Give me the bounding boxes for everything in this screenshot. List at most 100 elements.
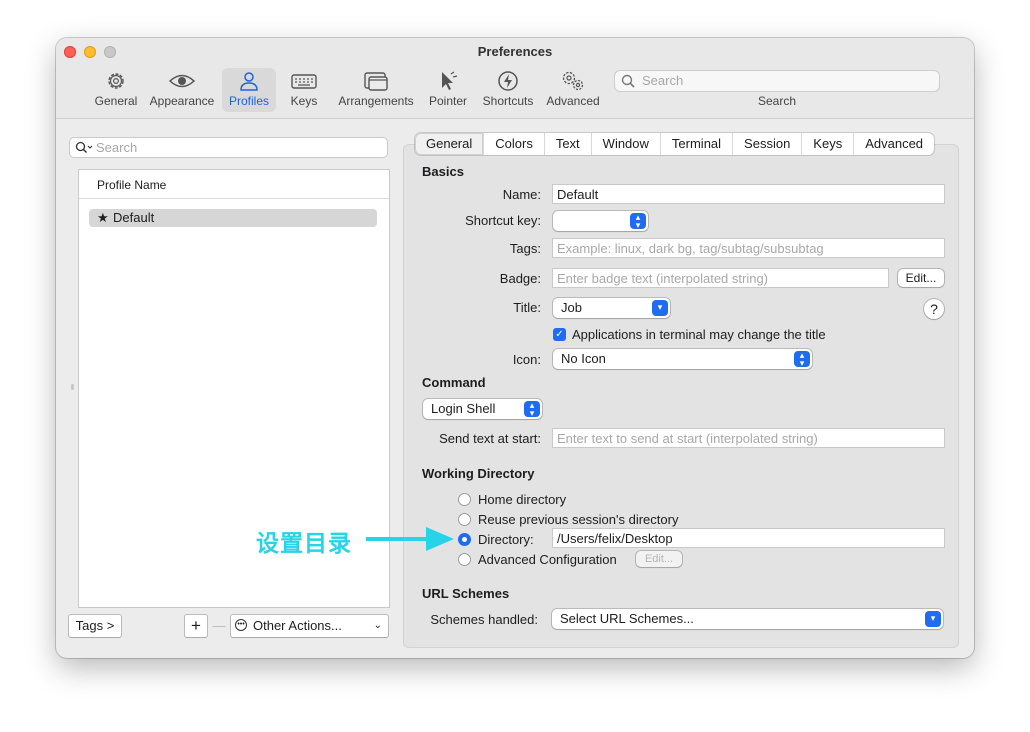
help-button[interactable]: ? — [924, 299, 944, 319]
keyboard-icon — [291, 74, 317, 89]
title-bar: Preferences General Appearance Profiles — [56, 38, 974, 119]
toolbar-advanced[interactable]: Advanced — [544, 68, 602, 112]
home-directory-radio[interactable] — [458, 493, 471, 506]
command-shell-value: Login Shell — [431, 401, 496, 416]
tab-terminal[interactable]: Terminal — [659, 133, 732, 155]
toolbar-label: General — [94, 94, 138, 108]
profile-search-placeholder: Search — [96, 140, 138, 155]
toolbar-arrangements[interactable]: Arrangements — [336, 68, 416, 112]
tab-window[interactable]: Window — [590, 133, 660, 155]
toolbar-label: Advanced — [546, 94, 600, 108]
tags-placeholder: Example: linux, dark bg, tag/subtag/subs… — [557, 241, 824, 256]
toolbar-profiles[interactable]: Profiles — [222, 68, 276, 112]
profile-tab-bar: General Colors Text Window Terminal Sess… — [415, 133, 935, 155]
schemes-handled-label: Schemes handled: — [430, 612, 538, 627]
up-down-chevron-icon: ▴ ▾ — [524, 401, 540, 418]
advanced-configuration-label: Advanced Configuration — [478, 552, 617, 567]
send-text-label: Send text at start: — [439, 431, 541, 446]
other-actions-menu[interactable]: ••• Other Actions... ⌄ — [231, 615, 388, 637]
send-text-placeholder: Enter text to send at start (interpolate… — [557, 431, 818, 446]
add-profile-button[interactable]: + — [185, 615, 207, 637]
annotation-arrow-icon — [366, 527, 454, 551]
person-icon — [240, 72, 258, 91]
toolbar-label: Arrangements — [338, 94, 414, 108]
command-heading: Command — [422, 375, 486, 390]
toolbar-search-field[interactable]: Search — [614, 70, 940, 92]
working-directory-heading: Working Directory — [422, 466, 535, 481]
directory-label: Directory: — [478, 532, 534, 547]
profile-row-default[interactable]: ★ Default — [89, 209, 377, 227]
up-down-chevron-icon: ▴ ▾ — [794, 351, 810, 368]
star-icon: ★ — [97, 210, 109, 225]
title-select[interactable]: Job ▾ — [553, 298, 670, 318]
window-title: Preferences — [477, 44, 553, 59]
profile-list-header: Profile Name — [79, 170, 389, 199]
shortcut-key-select[interactable]: ▴ ▾ — [553, 211, 648, 231]
toolbar-search-caption: Search — [757, 94, 797, 108]
tags-field[interactable]: Example: linux, dark bg, tag/subtag/subs… — [552, 238, 945, 258]
tab-general[interactable]: General — [415, 133, 484, 155]
chevron-down-icon: ⌄ — [373, 620, 382, 631]
badge-edit-button[interactable]: Edit... — [898, 269, 944, 287]
chevron-down-icon: ▾ — [652, 300, 668, 316]
reuse-directory-radio[interactable] — [458, 513, 471, 526]
tab-keys[interactable]: Keys — [801, 133, 853, 155]
ellipsis-circle-icon: ••• — [235, 619, 247, 631]
toolbar-search-placeholder: Search — [642, 73, 684, 88]
tags-button[interactable]: Tags > — [69, 615, 121, 637]
toolbar-pointer[interactable]: Pointer — [426, 68, 470, 112]
schemes-handled-select[interactable]: Select URL Schemes... ▾ — [552, 609, 943, 629]
eye-icon — [168, 74, 196, 88]
preferences-window: Preferences General Appearance Profiles — [56, 38, 974, 658]
windows-icon — [364, 72, 388, 91]
search-icon — [621, 74, 635, 88]
advanced-configuration-edit-button[interactable]: Edit... — [636, 551, 682, 567]
remove-profile-button[interactable]: — — [209, 615, 229, 637]
tab-colors[interactable]: Colors — [483, 133, 544, 155]
profile-search-field[interactable]: Search — [69, 137, 388, 158]
command-shell-select[interactable]: Login Shell ▴ ▾ — [423, 399, 542, 419]
reuse-directory-label: Reuse previous session's directory — [478, 512, 679, 527]
toolbar-label: Pointer — [428, 94, 468, 108]
annotation-label: 设置目录 — [256, 531, 352, 557]
gears-icon — [562, 71, 584, 91]
bolt-icon — [498, 71, 518, 91]
name-field[interactable]: Default — [552, 184, 945, 204]
cursor-icon — [442, 71, 458, 90]
url-schemes-heading: URL Schemes — [422, 586, 510, 601]
up-down-chevron-icon: ▴ ▾ — [630, 213, 646, 230]
send-text-field[interactable]: Enter text to send at start (interpolate… — [552, 428, 945, 448]
name-label: Name: — [502, 187, 541, 202]
gear-icon — [108, 73, 124, 89]
directory-field[interactable]: /Users/felix/Desktop — [552, 528, 945, 548]
title-label: Title: — [513, 300, 541, 315]
tab-text[interactable]: Text — [543, 133, 591, 155]
shortcut-key-label: Shortcut key: — [465, 213, 541, 228]
toolbar-label: Keys — [290, 94, 318, 108]
badge-label: Badge: — [499, 271, 541, 286]
toolbar-appearance[interactable]: Appearance — [149, 68, 215, 112]
toolbar-shortcuts[interactable]: Shortcuts — [480, 68, 536, 112]
tab-session[interactable]: Session — [732, 133, 801, 155]
tab-advanced[interactable]: Advanced — [853, 133, 934, 155]
icon-label: Icon: — [512, 352, 541, 367]
column-header-profile-name[interactable]: Profile Name — [97, 178, 166, 192]
toolbar-keys[interactable]: Keys — [284, 68, 324, 112]
apps-change-title-checkbox[interactable]: ✓ — [553, 328, 566, 341]
toolbar-label: Appearance — [149, 94, 215, 108]
toolbar-label: Shortcuts — [482, 94, 534, 108]
title-value: Job — [561, 300, 582, 315]
icon-select[interactable]: No Icon ▴ ▾ — [553, 349, 812, 369]
apps-change-title-label: Applications in terminal may change the … — [572, 327, 826, 342]
home-directory-label: Home directory — [478, 492, 567, 507]
badge-field[interactable]: Enter badge text (interpolated string) — [552, 268, 889, 288]
search-icon — [75, 141, 93, 154]
icon-value: No Icon — [561, 351, 606, 366]
profile-name: Default — [113, 210, 155, 225]
toolbar-general[interactable]: General — [92, 68, 140, 112]
badge-placeholder: Enter badge text (interpolated string) — [557, 271, 769, 286]
split-view-handle[interactable] — [71, 384, 74, 390]
tags-label: Tags: — [509, 241, 541, 256]
directory-radio[interactable] — [458, 533, 471, 546]
advanced-configuration-radio[interactable] — [458, 553, 471, 566]
